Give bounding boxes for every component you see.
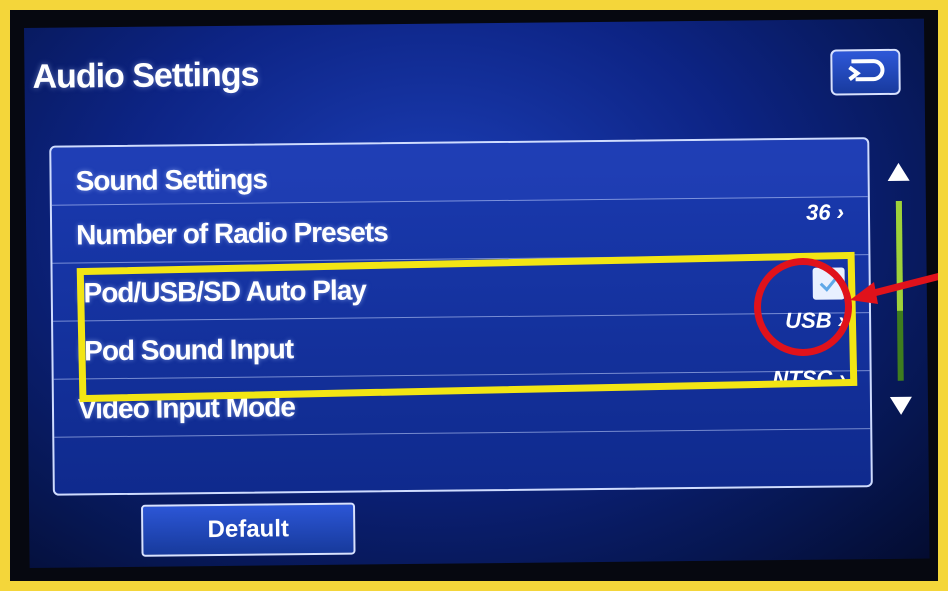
annotation-arrow-icon [848,258,938,318]
section-heading: Sound Settings [75,163,268,197]
back-return-icon [845,55,885,88]
scroll-down-button[interactable] [884,391,918,421]
annotation-highlight-circle [754,258,852,356]
back-button[interactable] [830,48,901,96]
list-item-partial [54,429,871,496]
triangle-down-icon [889,396,912,415]
default-button[interactable]: Default [140,502,356,557]
list-item-value: 36 › [805,199,845,225]
head-unit-frame: Audio Settings Sound Settings Number of … [10,10,938,581]
page-title: Audio Settings [32,55,259,96]
scroll-up-button[interactable] [881,157,915,187]
triangle-up-icon [887,162,910,181]
list-item-label: Number of Radio Presets [76,216,388,251]
list-heading-row: Sound Settings [51,139,868,206]
annotation-highlight-box [76,251,858,403]
